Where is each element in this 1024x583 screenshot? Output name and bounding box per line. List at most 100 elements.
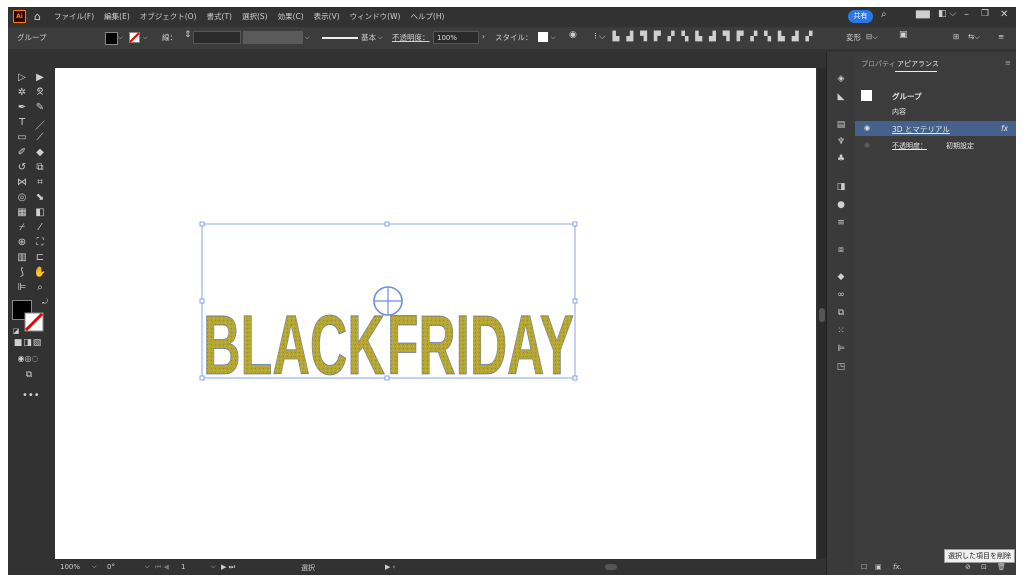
transform-label[interactable]: 変形 (846, 32, 861, 43)
status-menu-icon[interactable]: ▶ ‹ (385, 563, 395, 571)
add-stroke-icon[interactable]: ☐ (861, 563, 867, 571)
mesh-tool-icon[interactable]: ⌿ (15, 222, 29, 233)
shaper-tool-icon[interactable]: ✐ (15, 147, 29, 158)
menu-view[interactable]: 表示(V) (309, 11, 345, 22)
fill-swatch[interactable] (105, 32, 118, 45)
graph-tool-icon[interactable]: ▥ (15, 252, 29, 263)
stroke-swatch[interactable] (129, 32, 140, 43)
brushes-icon[interactable]: ♆ (835, 137, 847, 147)
panel-toggle-icon[interactable]: ⇆⌵ (968, 32, 980, 42)
pathfinder-icon[interactable]: ◳ (835, 362, 847, 372)
menu-help[interactable]: ヘルプ(H) (405, 11, 449, 22)
control-menu-icon[interactable]: ≡ (998, 32, 1004, 41)
edit-toolbar-icon[interactable]: ••• (22, 390, 40, 401)
rotation-dropdown-icon[interactable]: ⌵ (145, 563, 150, 571)
arrange-documents-icon[interactable]: ▆▆ (916, 9, 930, 19)
stroke-weight-stepper[interactable]: ⇕ (184, 30, 192, 40)
profile-dropdown-icon[interactable]: ⌵ (305, 34, 310, 42)
libraries-icon[interactable]: ◈ (835, 74, 847, 84)
tab-appearance[interactable]: アピアランス (897, 59, 939, 69)
first-artboard-icon[interactable]: ⏮ ◀ (155, 563, 169, 572)
style-dropdown-icon[interactable]: ⌵ (551, 34, 556, 42)
transparency-panel-icon[interactable]: ≡ (835, 218, 847, 228)
gradient-tool-icon[interactable]: ◧ (33, 207, 47, 218)
opacity-field[interactable]: 100% (433, 31, 479, 44)
artboards-icon[interactable]: ⧉ (835, 308, 847, 318)
tab-properties[interactable]: プロパティ (861, 59, 896, 69)
selection-tool-icon[interactable]: ▷ (15, 72, 29, 83)
menu-type[interactable]: 書式(T) (202, 11, 237, 22)
opacity-row[interactable]: ◉ 不透明度： 初期設定 (855, 138, 1016, 153)
magic-wand-tool-icon[interactable]: ✲ (15, 87, 29, 98)
image-panel-icon[interactable]: ▤ (835, 120, 847, 130)
effect-3d-material-link[interactable]: 3D とマテリアル (892, 124, 950, 135)
center-point-icon[interactable] (373, 286, 403, 316)
zoom-tool-icon[interactable]: ⌕ (33, 282, 47, 293)
stroke-dropdown-icon[interactable]: ⌵ (143, 34, 148, 42)
share-button[interactable]: 共有 (848, 10, 873, 23)
zoom-level[interactable]: 100% (60, 563, 80, 571)
artboard-dropdown-icon[interactable]: ⌵ (211, 563, 216, 571)
restore-icon[interactable]: ❐ (981, 9, 989, 19)
layers-icon[interactable]: ◆ (835, 272, 847, 282)
minimize-icon[interactable]: – (964, 9, 969, 20)
duplicate-item-icon[interactable]: ⊡ (981, 563, 987, 571)
color-mode-icons[interactable]: ■◨▧ (10, 338, 46, 348)
opacity-arrow-icon[interactable]: › (482, 32, 485, 41)
delete-item-icon[interactable]: 🗑 (997, 563, 1006, 571)
stroke-weight-field[interactable] (193, 31, 241, 44)
menu-edit[interactable]: 編集(E) (99, 11, 135, 22)
lasso-tool-icon[interactable]: ᘝ (33, 87, 47, 98)
rotate-tool-icon[interactable]: ↺ (15, 162, 29, 173)
image-trace-icon[interactable]: ▣ (899, 30, 908, 40)
rotation-value[interactable]: 0° (107, 563, 115, 571)
align-tool-icon[interactable]: ⊫ (15, 282, 29, 293)
isolate-icon[interactable]: ⊟⌵ (866, 32, 878, 42)
symbol-sprayer-tool-icon[interactable]: ⛶ (33, 237, 47, 248)
screen-mode-icon[interactable]: ⧉ (22, 370, 36, 380)
asset-export-icon[interactable]: ⧈ (835, 245, 847, 255)
fill-dropdown-icon[interactable]: ⌵ (118, 34, 123, 42)
horizontal-scrollbar-thumb[interactable] (605, 564, 617, 570)
blend-tool-icon[interactable]: ⊕ (15, 237, 29, 248)
menu-effect[interactable]: 効果(C) (273, 11, 309, 22)
stroke-color-box[interactable] (24, 312, 44, 332)
effect-row-selected[interactable]: ◉ 3D とマテリアル fx (855, 121, 1016, 136)
add-effect-icon[interactable]: fx. (893, 563, 902, 571)
stroke-panel-icon[interactable]: ◨ (835, 182, 847, 192)
align-panel-icon[interactable]: ⊫ (835, 344, 847, 354)
menu-file[interactable]: ファイル(F) (49, 11, 99, 22)
properties-icon[interactable]: ◣ (835, 92, 847, 102)
scale-tool-icon[interactable]: ⧉ (33, 162, 47, 173)
width-tool-icon[interactable]: ⋈ (15, 177, 29, 188)
arrange-icon[interactable]: ⊞ (953, 32, 959, 41)
free-transform-tool-icon[interactable]: ⌗ (33, 177, 47, 188)
opacity-visibility-icon[interactable]: ◉ (864, 141, 870, 149)
workspace-switcher-icon[interactable]: ◧ ⌵ (938, 9, 956, 19)
brush-dropdown-icon[interactable]: ⌵ (378, 34, 383, 42)
recolor-icon[interactable]: ◉ (569, 30, 577, 40)
scrollbar-thumb[interactable] (819, 308, 825, 322)
artboard-canvas[interactable]: BLACK FRIDAY (55, 68, 816, 575)
symbols-icon[interactable]: ♣ (835, 154, 847, 164)
visibility-eye-icon[interactable]: ◉ (864, 124, 870, 132)
hand-tool-icon[interactable]: ✋ (33, 267, 47, 278)
paintbrush-tool-icon[interactable]: ⟋ (33, 132, 47, 143)
variable-width-profile[interactable] (243, 31, 303, 44)
gradient-panel-icon[interactable]: ● (835, 200, 847, 210)
zoom-dropdown-icon[interactable]: ⌵ (92, 563, 97, 571)
menu-object[interactable]: オブジェクト(O) (135, 11, 202, 22)
artboard-number[interactable]: 1 (181, 563, 185, 571)
links-icon[interactable]: ∞ (835, 290, 847, 300)
pen-tool-icon[interactable]: ✒ (15, 102, 29, 113)
curvature-tool-icon[interactable]: ✎ (33, 102, 47, 113)
align-icons[interactable]: ⁝⌵ ▙ ▟ ▜ ▛ ▞ ▚ ▙ ▟ ▜ ▛ ▞ ▚ ▙ ▟ ▞ (594, 32, 814, 42)
transform-panel-icon[interactable]: ⁙ (835, 326, 847, 336)
search-icon[interactable]: ⌕ (881, 9, 887, 20)
rectangle-tool-icon[interactable]: ▭ (15, 132, 29, 143)
vertical-scrollbar[interactable] (818, 68, 826, 559)
home-icon[interactable]: ⌂ (34, 10, 41, 23)
eyedropper-tool-icon[interactable]: ⁄ (33, 222, 47, 233)
contents-row[interactable]: 内容 (855, 104, 1016, 119)
direct-selection-tool-icon[interactable]: ▶ (33, 72, 47, 83)
